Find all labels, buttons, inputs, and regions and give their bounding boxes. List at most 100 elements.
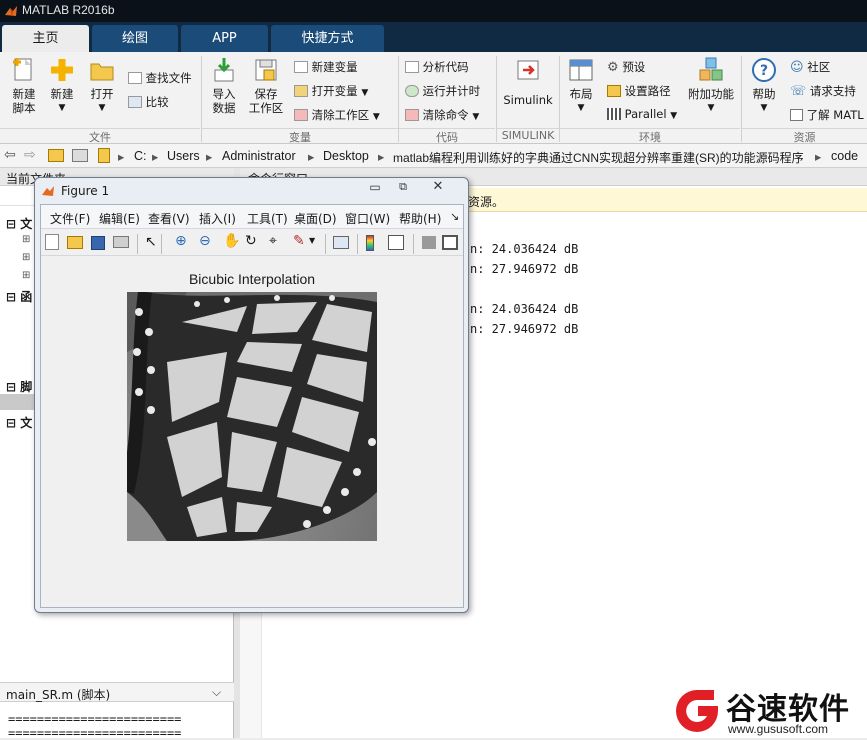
compare-icon: [128, 96, 142, 108]
watermark-url: www.gususoft.com: [728, 722, 829, 736]
brush-icon[interactable]: ✎: [293, 233, 305, 249]
open-variable-button[interactable]: 打开变量 ▼: [294, 83, 368, 99]
import-data-button[interactable]: 导入 数据: [206, 56, 242, 126]
zoom-in-icon[interactable]: ⊕: [175, 233, 187, 249]
compare-button[interactable]: 比较: [128, 94, 169, 110]
show-plot-tools-icon[interactable]: [442, 235, 458, 250]
watermark-logo: 谷速软件 www.gususoft.com: [668, 684, 867, 738]
output-line: n: 24.036424 dB: [470, 242, 579, 256]
breadcrumb-segment[interactable]: matlab编程利用训练好的字典通过CNN实现超分辨率重建(SR)的功能源码程序: [393, 149, 804, 166]
menu-view[interactable]: 查看(V): [148, 210, 190, 227]
open-button[interactable]: 打开 ▼: [84, 56, 120, 126]
new-variable-button[interactable]: 新建变量: [294, 59, 358, 75]
app-title: MATLAB R2016b: [22, 3, 115, 17]
breadcrumb-segment[interactable]: code: [831, 149, 858, 163]
rotate-3d-icon[interactable]: ↻: [245, 233, 257, 249]
tab-apps[interactable]: APP: [181, 25, 268, 52]
new-button[interactable]: 新建 ▼: [44, 56, 80, 126]
menu-file[interactable]: 文件(F): [50, 210, 90, 227]
pointer-arrow-icon[interactable]: ↖: [145, 234, 157, 250]
open-label: 打开: [90, 87, 114, 101]
toolbar-separator: [357, 234, 358, 254]
community-button[interactable]: ☺ 社区: [790, 59, 830, 75]
tab-shortcuts[interactable]: 快捷方式: [271, 25, 384, 52]
parallel-label: Parallel: [624, 107, 667, 121]
analyze-code-button[interactable]: 分析代码: [405, 59, 469, 75]
save-workspace-button[interactable]: 保存 工作区: [246, 56, 286, 126]
tab-plots[interactable]: 绘图: [92, 25, 178, 52]
data-cursor-icon[interactable]: ⌖: [269, 233, 277, 249]
section-label: 脚: [20, 380, 33, 394]
restore-button[interactable]: ⧉: [391, 180, 415, 196]
section-toggle[interactable]: ⊟ 脚: [6, 378, 32, 395]
menu-insert[interactable]: 插入(I): [199, 210, 236, 227]
clear-commands-dropdown-icon: ▼: [472, 112, 480, 122]
clear-commands-icon: [405, 109, 419, 121]
menu-edit[interactable]: 编辑(E): [99, 210, 140, 227]
close-button[interactable]: ✕: [421, 179, 455, 196]
open-variable-icon: [294, 85, 308, 97]
breadcrumb-segment[interactable]: C:: [134, 149, 147, 163]
clear-workspace-button[interactable]: 清除工作区 ▼: [294, 107, 380, 123]
preferences-button[interactable]: ⚙ 预设: [607, 59, 645, 75]
section-toggle[interactable]: ⊟ 文: [6, 215, 32, 232]
parallel-button[interactable]: Parallel ▼: [607, 107, 677, 121]
info-bar-text: 资源。: [468, 195, 505, 209]
tab-home[interactable]: 主页: [2, 25, 89, 52]
toolbar-separator: [413, 234, 414, 254]
simulink-button[interactable]: Simulink: [502, 56, 554, 126]
menu-help[interactable]: 帮助(H): [399, 210, 441, 227]
toolbar-separator: [161, 234, 162, 254]
expand-icon[interactable]: ⊞: [22, 270, 30, 281]
matlab-logo-icon: [5, 6, 17, 16]
new-script-button[interactable]: 新建 脚本: [6, 56, 42, 126]
details-file-name: main_SR.m (脚本): [6, 688, 111, 702]
import-icon: [214, 58, 234, 82]
breadcrumb-segment[interactable]: Desktop: [323, 149, 369, 163]
menu-overflow-icon[interactable]: ↘: [450, 210, 459, 223]
print-icon[interactable]: [113, 236, 129, 248]
layout-button[interactable]: 布局 ▼: [564, 56, 598, 126]
run-and-time-button[interactable]: 运行并计时: [405, 83, 480, 99]
set-path-button[interactable]: 设置路径: [607, 83, 671, 99]
section-toggle[interactable]: ⊟ 文: [6, 414, 32, 431]
zoom-out-icon[interactable]: ⊖: [199, 233, 211, 249]
learn-matlab-button[interactable]: 了解 MATL: [790, 107, 864, 123]
find-files-label: 查找文件: [145, 71, 192, 85]
brush-dropdown-icon[interactable]: ▼: [309, 236, 315, 245]
up-folder-icon[interactable]: [48, 149, 64, 162]
breadcrumb-segment[interactable]: Users: [167, 149, 200, 163]
new-figure-icon[interactable]: [45, 234, 59, 250]
save-figure-icon[interactable]: [91, 236, 105, 250]
addons-button[interactable]: 附加功能 ▼: [686, 56, 736, 126]
help-button[interactable]: ? 帮助 ▼: [746, 56, 782, 126]
menu-window[interactable]: 窗口(W): [345, 210, 390, 227]
menu-tools[interactable]: 工具(T): [247, 210, 288, 227]
browse-folder-icon[interactable]: [72, 149, 88, 162]
legend-icon[interactable]: [388, 235, 404, 250]
minimize-button[interactable]: ▭: [363, 180, 387, 196]
menu-desktop[interactable]: 桌面(D): [294, 210, 337, 227]
link-plot-icon[interactable]: [333, 236, 349, 249]
chevron-down-icon[interactable]: ⌵: [212, 685, 221, 700]
colorbar-icon[interactable]: [366, 235, 374, 251]
figure-window[interactable]: Figure 1 ▭ ⧉ ✕ 文件(F) 编辑(E) 查看(V) 插入(I) 工…: [34, 177, 469, 613]
find-files-button[interactable]: 查找文件: [128, 70, 192, 86]
expand-icon[interactable]: ⊞: [22, 234, 30, 245]
forward-arrow-icon[interactable]: ⇨: [24, 147, 36, 163]
figure-client-area: 文件(F) 编辑(E) 查看(V) 插入(I) 工具(T) 桌面(D) 窗口(W…: [40, 204, 464, 608]
breadcrumb-segment[interactable]: Administrator: [222, 149, 296, 163]
expand-icon[interactable]: ⊞: [22, 252, 30, 263]
breadcrumb-separator-icon: ▸: [206, 150, 213, 164]
request-support-button[interactable]: ☏ 请求支持: [790, 83, 856, 99]
open-file-icon[interactable]: [67, 236, 83, 249]
clear-commands-button[interactable]: 清除命令 ▼: [405, 107, 479, 123]
addons-cubes-icon: [699, 57, 723, 81]
hide-plot-tools-icon[interactable]: [422, 236, 436, 249]
new-variable-label: 新建变量: [311, 60, 358, 74]
details-header[interactable]: main_SR.m (脚本) ⌵: [0, 682, 234, 702]
section-toggle[interactable]: ⊟ 函: [6, 288, 32, 305]
layout-dropdown-icon: ▼: [577, 103, 585, 113]
pan-hand-icon[interactable]: ✋: [223, 233, 240, 249]
back-arrow-icon[interactable]: ⇦: [4, 147, 16, 163]
